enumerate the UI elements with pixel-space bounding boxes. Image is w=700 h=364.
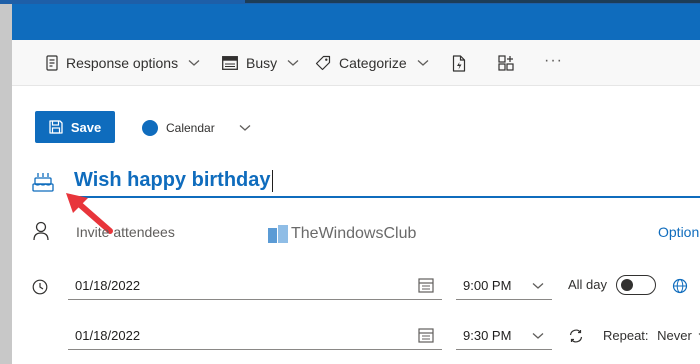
busy-status-button[interactable]: Busy [222,40,299,86]
background-window-top-dark [245,0,700,3]
background-window-edge [0,0,12,364]
birthday-cake-icon[interactable] [32,170,54,194]
calendar-icon[interactable] [418,327,434,343]
busy-status-icon [222,56,238,70]
chevron-down-icon [239,125,251,131]
toolbar: Response options Busy Categorize ··· [12,40,700,86]
chevron-down-icon [287,60,299,66]
start-time-value: 9:00 PM [463,278,512,293]
start-time-field[interactable]: 9:00 PM [456,272,552,300]
toggle-knob [621,279,633,291]
new-document-button[interactable] [452,40,466,86]
grid-add-icon [498,55,514,71]
calendar-picker[interactable]: Calendar [142,117,251,139]
start-date-value: 01/18/2022 [75,278,141,293]
time-zone-globe-icon[interactable] [672,278,688,294]
response-options-label: Response options [66,55,179,71]
calendar-color-dot [142,120,158,136]
response-options-button[interactable]: Response options [46,40,200,86]
end-time-value: 9:30 PM [463,328,512,343]
save-button-label: Save [70,119,102,135]
all-day-toggle[interactable] [616,275,656,295]
end-date-value: 01/18/2022 [75,328,141,343]
repeat-label: Repeat: [603,328,649,343]
scheduling-options-link[interactable]: Option [658,224,699,240]
busy-status-label: Busy [246,55,278,71]
categorize-label: Categorize [339,55,407,71]
event-editor-window: Response options Busy Categorize ··· Sav… [12,4,700,364]
person-icon [33,221,49,241]
chevron-down-icon [188,60,200,66]
watermark: TheWindowsClub [268,222,416,246]
start-date-field[interactable]: 01/18/2022 [68,272,442,300]
response-options-icon [46,55,58,71]
categorize-button[interactable]: Categorize [315,40,429,86]
text-caret [271,169,273,192]
save-button[interactable]: Save [35,111,115,143]
chevron-down-icon [532,333,544,339]
end-time-field[interactable]: 9:30 PM [456,322,552,350]
chevron-down-icon [532,283,544,289]
watermark-logo-icon [268,225,288,243]
title-bar [12,4,700,40]
save-icon [49,120,63,134]
event-title-text: Wish happy birthday [74,169,271,191]
calendar-icon[interactable] [418,277,434,293]
invite-attendees-input[interactable]: Invite attendees [76,224,175,240]
calendar-picker-label: Calendar [166,121,215,135]
repeat-icon [569,329,583,343]
watermark-text: TheWindowsClub [291,225,417,242]
repeat-value: Never [657,328,692,343]
end-date-field[interactable]: 01/18/2022 [68,322,442,350]
all-day-label: All day [568,277,608,292]
repeat-dropdown[interactable]: Repeat: Never [603,328,700,343]
event-title-input[interactable]: Wish happy birthday [68,164,700,198]
more-options-button[interactable]: ··· [544,52,563,70]
document-lightning-icon [452,54,466,72]
clock-icon [32,279,48,295]
chevron-down-icon [417,60,429,66]
tag-icon [315,55,331,71]
add-grid-button[interactable] [498,40,514,86]
